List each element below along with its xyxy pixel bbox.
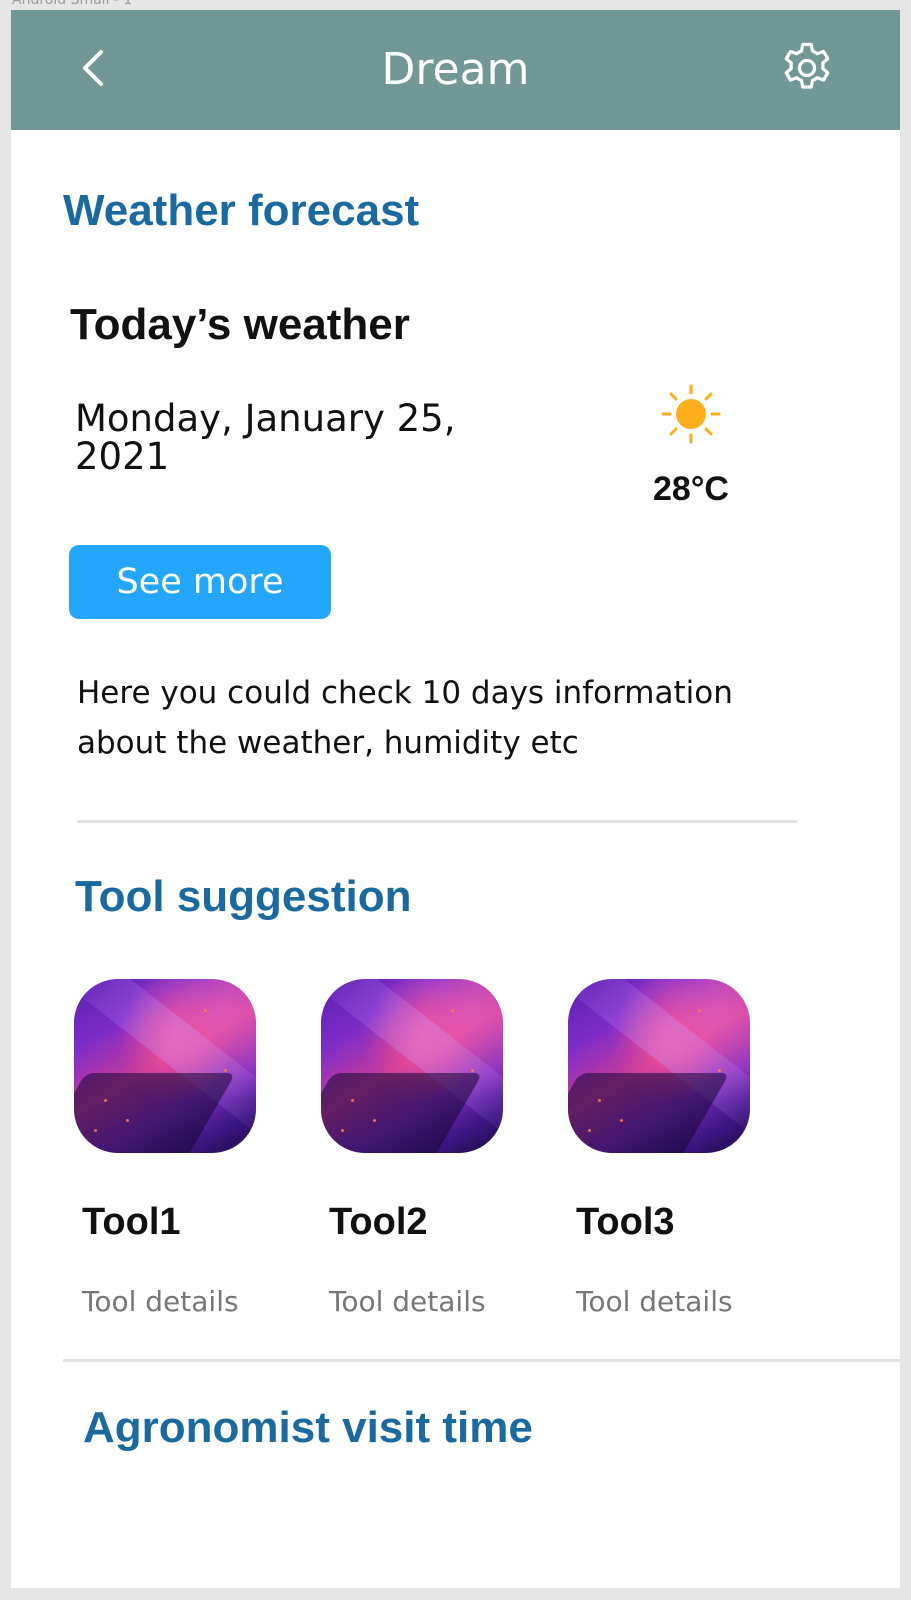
- page-title: Dream: [381, 44, 530, 95]
- app-screen: Dream Weather forecast Today’s weather M…: [11, 10, 900, 1588]
- weather-info-line1: Here you could check 10 days information: [77, 675, 733, 711]
- weather-info-line2: about the weather, humidity etc: [77, 725, 579, 761]
- tool-image[interactable]: [74, 979, 256, 1153]
- tool-card-3[interactable]: Tool3 Tool details: [568, 979, 768, 1318]
- tool-name: Tool1: [82, 1201, 181, 1243]
- tool-details: Tool details: [82, 1285, 239, 1318]
- agronomist-section-title: Agronomist visit time: [83, 1403, 533, 1452]
- weather-date-line2: 2021: [75, 435, 170, 478]
- weather-info-text: Here you could check 10 days information…: [77, 668, 797, 768]
- tool-details: Tool details: [329, 1285, 486, 1318]
- tool-section-title: Tool suggestion: [75, 872, 412, 921]
- sun-icon: [661, 384, 721, 444]
- weather-date-line1: Monday, January 25,: [75, 397, 456, 440]
- temperature: 28°C: [653, 470, 729, 508]
- divider: [77, 820, 797, 823]
- frame-label: Android Small - 1: [12, 0, 133, 8]
- weather-section-title: Weather forecast: [63, 186, 420, 235]
- tool-card-1[interactable]: Tool1 Tool details: [74, 979, 274, 1318]
- tool-image[interactable]: [321, 979, 503, 1153]
- tool-name: Tool2: [329, 1201, 428, 1243]
- tool-details: Tool details: [576, 1285, 733, 1318]
- tool-image[interactable]: [568, 979, 750, 1153]
- see-more-button[interactable]: See more: [69, 545, 331, 619]
- weather-date: Monday, January 25, 2021: [75, 400, 505, 476]
- tool-card-2[interactable]: Tool2 Tool details: [321, 979, 521, 1318]
- today-weather-heading: Today’s weather: [70, 300, 410, 349]
- app-bar: Dream: [11, 10, 900, 130]
- tool-name: Tool3: [576, 1201, 675, 1243]
- gear-icon: [777, 38, 837, 103]
- settings-button[interactable]: [775, 38, 839, 102]
- divider: [63, 1359, 900, 1362]
